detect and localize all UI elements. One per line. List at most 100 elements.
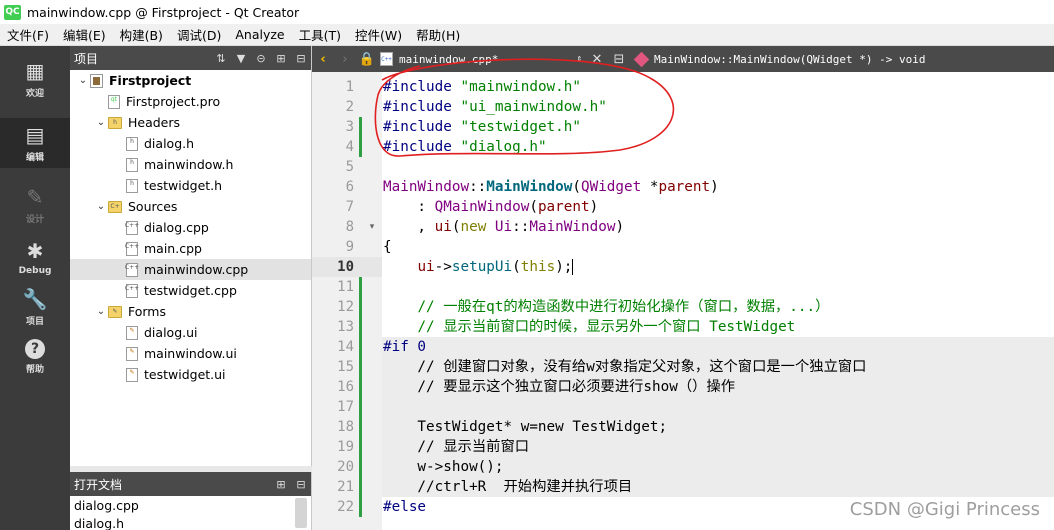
close-panel-icon[interactable]: ⊟ — [291, 49, 311, 67]
code-line[interactable]: 3 #include "testwidget.h" — [312, 117, 1054, 137]
expand-arrow-icon[interactable]: ⌄ — [94, 117, 108, 128]
split-icon[interactable]: ⊞ — [271, 475, 291, 493]
scrollbar[interactable] — [295, 498, 307, 528]
code-line[interactable]: 21 //ctrl+R 开始构建并执行项目 — [312, 477, 1054, 497]
mode-wrench[interactable]: 🔧 项目 — [0, 282, 70, 332]
change-marker — [359, 117, 362, 137]
code-line[interactable]: 9{ — [312, 237, 1054, 257]
menu-item[interactable]: 构建(B) — [113, 25, 170, 44]
code-line[interactable]: 17 — [312, 397, 1054, 417]
code-line[interactable]: 2 #include "ui_mainwindow.h" — [312, 97, 1054, 117]
tree-item-label: Firstproject.pro — [126, 94, 221, 109]
mode-label: 帮助 — [25, 365, 44, 375]
wrench-icon: 🔧 — [22, 287, 48, 311]
menu-item[interactable]: 控件(W) — [348, 25, 409, 44]
link-icon[interactable]: ⊝ — [251, 49, 271, 67]
open-file-combo[interactable]: C++ mainwindow.cpp* ⇕ — [378, 48, 586, 70]
symbol-combo[interactable]: MainWindow::MainWindow(QWidget *) -> voi… — [630, 48, 926, 70]
code-text: // 显示当前窗口 — [383, 439, 530, 455]
code-line[interactable]: 12 // 一般在qt的构造函数中进行初始化操作（窗口，数据，...） — [312, 297, 1054, 317]
code-text: : QMainWindow(parent) — [383, 199, 599, 215]
mode-label: 设计 — [25, 215, 44, 225]
menu-item[interactable]: Analyze — [228, 27, 291, 42]
tree-item[interactable]: ✎ testwidget.ui — [70, 364, 311, 385]
change-marker — [359, 417, 362, 437]
change-marker — [359, 377, 362, 397]
code-line[interactable]: 7 : QMainWindow(parent) — [312, 197, 1054, 217]
menu-bar: 文件(F) 编辑(E) 构建(B) 调试(D) Analyze 工具(T) 控件(W) 帮助(… — [0, 24, 1054, 46]
line-number: 4 — [345, 139, 354, 155]
close-panel-icon[interactable]: ⊟ — [291, 475, 311, 493]
filter-icon[interactable]: ▼ — [231, 49, 251, 67]
mode-edit-doc[interactable]: ▤ 编辑 — [0, 118, 70, 168]
go-back-icon[interactable]: ‹ — [312, 48, 334, 70]
tree-item[interactable]: ⌄ C+ Sources — [70, 196, 311, 217]
ui-file-icon: ✎ — [126, 367, 138, 382]
close-file-icon[interactable]: ✕ — [586, 48, 608, 70]
expand-arrow-icon[interactable]: ⌄ — [94, 306, 108, 317]
line-number: 14 — [337, 339, 354, 355]
code-line[interactable]: 10 ui->setupUi(this); — [312, 257, 1054, 277]
tree-item-label: mainwindow.cpp — [144, 262, 249, 277]
open-document-item[interactable]: dialog.h — [70, 514, 311, 530]
pro-file-icon: qt — [108, 94, 120, 109]
mode-label: Debug — [18, 265, 52, 276]
tree-item[interactable]: C++ main.cpp — [70, 238, 311, 259]
change-marker — [359, 457, 362, 477]
mode-help[interactable]: ? 帮助 — [0, 332, 70, 382]
tree-item[interactable]: h mainwindow.h — [70, 154, 311, 175]
sort-icon[interactable]: ⇅ — [211, 49, 231, 67]
code-line[interactable]: 20 w->show(); — [312, 457, 1054, 477]
tree-item[interactable]: C++ testwidget.cpp — [70, 280, 311, 301]
fold-marker-icon[interactable]: ▾ — [367, 217, 377, 237]
code-line[interactable]: 14 #if 0 — [312, 337, 1054, 357]
tree-item[interactable]: ✎ mainwindow.ui — [70, 343, 311, 364]
menu-item[interactable]: 帮助(H) — [409, 25, 467, 44]
code-editor[interactable]: 1 #include "mainwindow.h" 2 #include "ui_ma… — [312, 72, 1054, 530]
split-icon[interactable]: ⊞ — [271, 49, 291, 67]
tree-item[interactable]: ⌄ h Headers — [70, 112, 311, 133]
mode-pencil[interactable]: ✎ 设计 — [0, 180, 70, 230]
code-line[interactable]: 5 — [312, 157, 1054, 177]
code-line[interactable]: 13 // 显示当前窗口的时候，显示另外一个窗口 TestWidget — [312, 317, 1054, 337]
change-marker — [359, 337, 362, 357]
expand-arrow-icon[interactable]: ⌄ — [94, 201, 108, 212]
tree-item[interactable]: C++ dialog.cpp — [70, 217, 311, 238]
code-line[interactable]: 8 ▾ , ui(new Ui::MainWindow) — [312, 217, 1054, 237]
tree-item[interactable]: qt Firstproject.pro — [70, 91, 311, 112]
code-line[interactable]: 6 MainWindow::MainWindow(QWidget *parent) — [312, 177, 1054, 197]
mode-grid[interactable]: ▦ 欢迎 — [0, 54, 70, 104]
tree-item-label: dialog.h — [144, 136, 195, 151]
change-marker — [359, 437, 362, 457]
tree-item[interactable]: ✎ dialog.ui — [70, 322, 311, 343]
tree-item-label: dialog.cpp — [144, 220, 209, 235]
mode-selector: ▦ 欢迎 ▤ 编辑 ✎ 设计 ✱ Debug 🔧 项目? 帮助 — [0, 46, 70, 530]
code-line[interactable]: 1 #include "mainwindow.h" — [312, 77, 1054, 97]
lock-icon[interactable]: 🔒 — [356, 48, 378, 70]
tree-item[interactable]: h dialog.h — [70, 133, 311, 154]
tree-item-label: mainwindow.ui — [144, 346, 237, 361]
tree-item[interactable]: ⌄ ✎ Forms — [70, 301, 311, 322]
code-line[interactable]: 11 — [312, 277, 1054, 297]
tree-item[interactable]: C++ mainwindow.cpp — [70, 259, 311, 280]
mode-bug[interactable]: ✱ Debug — [0, 232, 70, 282]
menu-item[interactable]: 工具(T) — [292, 25, 348, 44]
menu-item[interactable]: 文件(F) — [0, 25, 56, 44]
code-line[interactable]: 15 // 创建窗口对象，没有给w对象指定父对象，这个窗口是一个独立窗口 — [312, 357, 1054, 377]
tree-item[interactable]: ⌄ Firstproject — [70, 70, 311, 91]
change-marker — [359, 317, 362, 337]
menu-item[interactable]: 编辑(E) — [56, 25, 113, 44]
code-line[interactable]: 16 // 要显示这个独立窗口必须要进行show（）操作 — [312, 377, 1054, 397]
expand-arrow-icon[interactable]: ⌄ — [76, 75, 90, 86]
code-line[interactable]: 18 TestWidget* w=new TestWidget; — [312, 417, 1054, 437]
tree-item[interactable]: h testwidget.h — [70, 175, 311, 196]
cpp-file-icon: C++ — [125, 283, 139, 298]
open-documents-title: 打开文档 — [74, 477, 123, 492]
split-editor-icon[interactable]: ⊟ — [608, 48, 630, 70]
menu-item[interactable]: 调试(D) — [170, 25, 228, 44]
code-line[interactable]: 19 // 显示当前窗口 — [312, 437, 1054, 457]
go-forward-icon[interactable]: › — [334, 48, 356, 70]
open-document-item[interactable]: dialog.cpp — [70, 496, 311, 514]
line-number: 6 — [345, 179, 354, 195]
code-line[interactable]: 4 #include "dialog.h" — [312, 137, 1054, 157]
